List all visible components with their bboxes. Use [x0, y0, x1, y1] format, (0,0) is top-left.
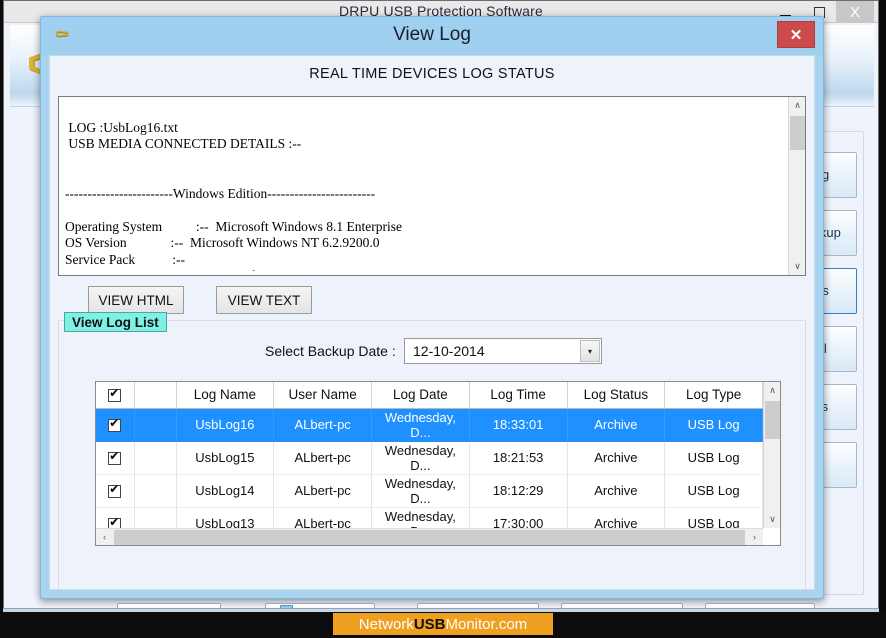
grid-vertical-scrollbar[interactable]: ∧ ∨: [763, 382, 780, 528]
cell-user-name: ALbert-pc: [273, 507, 372, 528]
banner-prefix: Network: [358, 615, 414, 633]
scroll-down-icon[interactable]: ∨: [789, 258, 805, 275]
cell-log-type: USB Log: [664, 474, 763, 508]
cell-log-name: UsbLog14: [176, 474, 275, 508]
cell-user-name: ALbert-pc: [273, 441, 372, 475]
row-checkbox[interactable]: [108, 450, 122, 466]
banner-strip: Network USB Monitor.com: [0, 612, 886, 638]
header-user-name[interactable]: User Name: [273, 382, 372, 409]
cell-log-name: UsbLog15: [176, 441, 275, 475]
row-checkbox-cell[interactable]: [96, 441, 135, 475]
select-all-checkbox[interactable]: [108, 387, 122, 403]
cell-log-name: UsbLog13: [176, 507, 275, 528]
cell-log-time: 18:21:53: [469, 441, 568, 475]
dialog-body: REAL TIME DEVICES LOG STATUS LOG :UsbLog…: [49, 55, 815, 638]
banner-bold: USB: [413, 615, 446, 633]
row-checkbox-cell[interactable]: [96, 474, 135, 508]
grid-scroll-down-icon[interactable]: ∨: [764, 511, 781, 528]
cell-user-name: ALbert-pc: [273, 474, 372, 508]
log-table-head: Log Name User Name Log Date Log Time Log…: [96, 382, 763, 409]
view-log-dialog: ⚰ View Log ✕ REAL TIME DEVICES LOG STATU…: [40, 16, 824, 638]
row-blank-cell: [134, 507, 177, 528]
cell-log-date: Wednesday, D...: [371, 474, 470, 508]
cell-log-type: USB Log: [664, 507, 763, 528]
log-table: Log Name User Name Log Date Log Time Log…: [96, 382, 763, 528]
table-row[interactable]: UsbLog16ALbert-pcWednesday, D...18:33:01…: [96, 408, 763, 442]
banner-suffix: Monitor.com: [445, 615, 528, 633]
cell-log-date: Wednesday, D...: [371, 507, 470, 528]
log-text-content: LOG :UsbLog16.txt USB MEDIA CONNECTED DE…: [65, 119, 403, 272]
backup-date-value: 12-10-2014: [413, 343, 485, 359]
backup-date-select[interactable]: 12-10-2014 ▾: [404, 338, 602, 364]
row-checkbox-cell[interactable]: [96, 408, 135, 442]
dialog-titlebar: ⚰ View Log ✕: [41, 17, 823, 55]
log-text-area[interactable]: LOG :UsbLog16.txt USB MEDIA CONNECTED DE…: [58, 96, 806, 276]
tab-view-log-list[interactable]: View Log List: [64, 312, 167, 332]
cell-log-time: 17:30:00: [469, 507, 568, 528]
log-status-heading: REAL TIME DEVICES LOG STATUS: [309, 66, 555, 82]
log-table-header-row: Log Name User Name Log Date Log Time Log…: [96, 382, 763, 409]
cell-user-name: ALbert-pc: [273, 408, 372, 442]
screen-root: DRPU USB Protection Software X ⚰: [0, 0, 886, 638]
table-row[interactable]: UsbLog13ALbert-pcWednesday, D...17:30:00…: [96, 507, 763, 528]
header-log-type[interactable]: Log Type: [664, 382, 763, 409]
scroll-left-icon[interactable]: ‹: [96, 529, 113, 546]
cell-log-time: 18:33:01: [469, 408, 568, 442]
header-log-date[interactable]: Log Date: [371, 382, 470, 409]
cell-log-type: USB Log: [664, 441, 763, 475]
site-banner[interactable]: Network USB Monitor.com: [333, 613, 553, 635]
background-close-button[interactable]: X: [836, 1, 874, 23]
grid-horizontal-scrollbar[interactable]: ‹ ›: [96, 528, 763, 545]
cell-log-status: Archive: [567, 408, 666, 442]
grid-hscrollbar-thumb[interactable]: [114, 529, 745, 545]
cell-log-name: UsbLog16: [176, 408, 275, 442]
log-scrollbar-thumb[interactable]: [790, 116, 805, 150]
grid-scrollbar-thumb[interactable]: [765, 401, 780, 439]
table-row[interactable]: UsbLog14ALbert-pcWednesday, D...18:12:29…: [96, 474, 763, 508]
cell-log-status: Archive: [567, 441, 666, 475]
select-backup-date-label: Select Backup Date :: [265, 343, 396, 359]
header-log-time[interactable]: Log Time: [469, 382, 568, 409]
view-text-button[interactable]: VIEW TEXT: [216, 286, 312, 314]
header-log-status[interactable]: Log Status: [567, 382, 666, 409]
grid-scroll-up-icon[interactable]: ∧: [764, 382, 781, 399]
log-grid-viewport: Log Name User Name Log Date Log Time Log…: [96, 382, 763, 528]
view-log-list-panel: Select Backup Date : 12-10-2014 ▾ ✔ Log …: [58, 320, 815, 638]
chevron-down-icon[interactable]: ▾: [580, 340, 600, 362]
row-checkbox[interactable]: [108, 417, 122, 433]
cell-log-date: Wednesday, D...: [371, 408, 470, 442]
scroll-up-icon[interactable]: ∧: [789, 97, 805, 114]
header-select-all[interactable]: [96, 382, 135, 409]
cell-log-date: Wednesday, D...: [371, 441, 470, 475]
scroll-right-icon[interactable]: ›: [746, 529, 763, 546]
header-log-name[interactable]: Log Name: [176, 382, 275, 409]
row-blank-cell: [134, 408, 177, 442]
row-blank-cell: [134, 474, 177, 508]
log-vertical-scrollbar[interactable]: ∧ ∨: [788, 97, 805, 275]
log-grid: Log Name User Name Log Date Log Time Log…: [95, 381, 781, 546]
dialog-title: View Log: [393, 24, 471, 45]
cell-log-status: Archive: [567, 507, 666, 528]
cell-log-status: Archive: [567, 474, 666, 508]
view-html-button[interactable]: VIEW HTML: [88, 286, 184, 314]
cell-log-time: 18:12:29: [469, 474, 568, 508]
header-blank: [134, 382, 177, 409]
close-icon[interactable]: ✕: [777, 21, 815, 48]
table-row[interactable]: UsbLog15ALbert-pcWednesday, D...18:21:53…: [96, 441, 763, 475]
row-checkbox[interactable]: [108, 516, 122, 528]
row-checkbox-cell[interactable]: [96, 507, 135, 528]
cell-log-type: USB Log: [664, 408, 763, 442]
row-checkbox[interactable]: [108, 483, 122, 499]
log-table-body: UsbLog16ALbert-pcWednesday, D...18:33:01…: [96, 408, 763, 528]
row-blank-cell: [134, 441, 177, 475]
